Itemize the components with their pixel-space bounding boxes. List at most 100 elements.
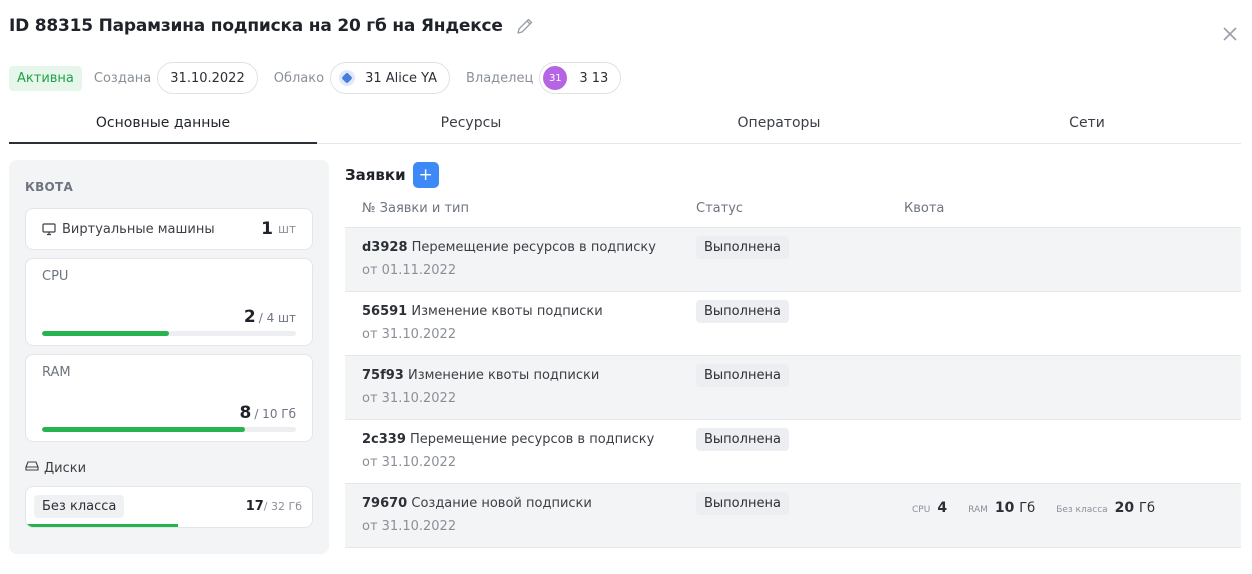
request-id: 79670 [362,496,408,511]
owner-label: Владелец [465,70,534,86]
request-type: Изменение квоты подписки [407,368,600,383]
table-row[interactable]: 79670 Создание новой подписки от 31.10.20… [345,484,1241,548]
disk-used: 17 [245,499,264,514]
owner-name: 3 13 [579,70,609,86]
table-row[interactable]: 56591 Изменение квоты подписки от 31.10.2… [345,292,1241,356]
vm-unit: шт [278,222,296,236]
table-row[interactable]: 75f93 Изменение квоты подписки от 31.10.2… [345,356,1241,420]
quota-ram-unit: Гб [1019,501,1036,516]
requests-title: Заявки [345,166,406,184]
status-badge: Выполнена [696,492,789,515]
quota-cell: CPU 4 RAM 10 Гб Без класса 20 Гб [904,484,1241,547]
disk-progress-bar [26,524,312,527]
quota-disk-label: Без класса [1056,505,1108,515]
request-date: от 31.10.2022 [362,391,457,406]
page-title: ID 88315 Парамзина подписка на 20 гб на … [9,16,503,36]
tab-resources[interactable]: Ресурсы [317,104,625,143]
disk-amount: 17/ 32 Гб [246,499,302,514]
status-badge: Выполнена [696,428,789,451]
status-badge: Выполнена [696,236,789,259]
status-cell: Выполнена [696,356,904,419]
cpu-used: 2 [243,307,256,327]
quota-disk-unit: Гб [1139,501,1155,516]
vm-quota-card: Виртуальные машины 1 шт [25,208,313,250]
request-type: Перемещение ресурсов в подписку [411,240,656,255]
table-row[interactable]: d3928 Перемещение ресурсов в подписку от … [345,228,1241,292]
disk-quota-card: Без класса 17/ 32 Гб [25,486,313,528]
disk-progress-fill [26,524,178,527]
quota-cell [904,420,1241,483]
owner-chip[interactable]: 31 3 13 [539,62,622,94]
quota-disk-number: 20 [1114,500,1135,516]
meta-row: Активна Создана 31.10.2022 Облако 31 Ali… [9,62,637,94]
quota-ram-value: 10 Гб [995,500,1035,516]
request-id: 56591 [362,304,408,319]
requests-header: Заявки + [345,162,439,188]
created-date: 31.10.2022 [170,70,245,86]
request-type: Перемещение ресурсов в подписку [410,432,655,447]
table-header: № Заявки и тип Статус Квота [345,193,1241,228]
vm-label: Виртуальные машины [62,221,215,237]
created-label: Создана [93,70,152,86]
cloud-label: Облако [273,70,325,86]
column-header-quota: Квота [904,201,945,216]
status-cell: Выполнена [696,484,904,547]
request-id: 75f93 [362,368,404,383]
status-cell: Выполнена [696,292,904,355]
status-badge: Выполнена [696,364,789,387]
cpu-quota-card: CPU 2/ 4 шт [25,258,313,346]
column-header-status: Статус [696,201,744,216]
request-cell: 79670 Создание новой подписки от 31.10.20… [345,484,696,547]
quota-ram-number: 10 [994,500,1015,516]
table-row[interactable]: 2c339 Перемещение ресурсов в подписку от … [345,420,1241,484]
request-cell: 75f93 Изменение квоты подписки от 31.10.2… [345,356,696,419]
disk-class-tag: Без класса [34,495,125,518]
close-icon[interactable] [1222,26,1238,42]
ram-used: 8 [239,403,252,423]
ram-total: / 10 Гб [254,407,296,421]
tab-main-data[interactable]: Основные данные [9,104,317,144]
cpu-label: CPU [42,269,69,284]
cloud-chip[interactable]: 31 Alice YA [330,62,450,94]
quota-cell [904,292,1241,355]
request-cell: d3928 Перемещение ресурсов в подписку от … [345,228,696,291]
cpu-progress-fill [42,331,169,336]
disks-heading: Диски [25,460,86,476]
title-row: ID 88315 Парамзина подписка на 20 гб на … [9,16,535,36]
add-request-button[interactable]: + [412,162,439,188]
requests-table: № Заявки и тип Статус Квота d3928 Переме… [345,193,1241,548]
status-badge: Активна [9,65,82,91]
tab-operators[interactable]: Операторы [625,104,933,143]
quota-cell [904,356,1241,419]
status-cell: Выполнена [696,228,904,291]
status-badge: Выполнена [696,300,789,323]
tabs: Основные данные Ресурсы Операторы Сети [9,104,1241,144]
request-date: от 31.10.2022 [362,455,457,470]
column-header-number: № Заявки и тип [362,201,469,216]
tab-networks[interactable]: Сети [933,104,1241,143]
pencil-icon[interactable] [515,16,535,36]
cpu-total: / 4 шт [258,311,296,325]
request-id: 2c339 [362,432,406,447]
request-date: от 01.11.2022 [362,263,457,278]
disks-label: Диски [44,460,87,476]
ram-progress-fill [42,427,246,432]
quota-cpu-value: 4 [937,500,948,516]
request-date: от 31.10.2022 [362,519,457,534]
request-type: Создание новой подписки [411,496,592,511]
ram-progress-bar [42,427,296,432]
request-cell: 56591 Изменение квоты подписки от 31.10.2… [345,292,696,355]
avatar: 31 [543,66,568,90]
quota-cpu-label: CPU [912,505,931,515]
request-date: от 31.10.2022 [362,327,457,342]
quota-disk-value: 20 Гб [1115,500,1155,516]
cloud-icon [339,70,356,86]
request-cell: 2c339 Перемещение ресурсов в подписку от … [345,420,696,483]
quota-cell [904,228,1241,291]
ram-quota-card: RAM 8/ 10 Гб [25,354,313,442]
ram-label: RAM [42,365,71,380]
vm-value: 1 [261,219,274,239]
cpu-amount: 2/ 4 шт [244,307,296,327]
created-date-chip: 31.10.2022 [157,62,258,94]
request-type: Изменение квоты подписки [411,304,603,319]
